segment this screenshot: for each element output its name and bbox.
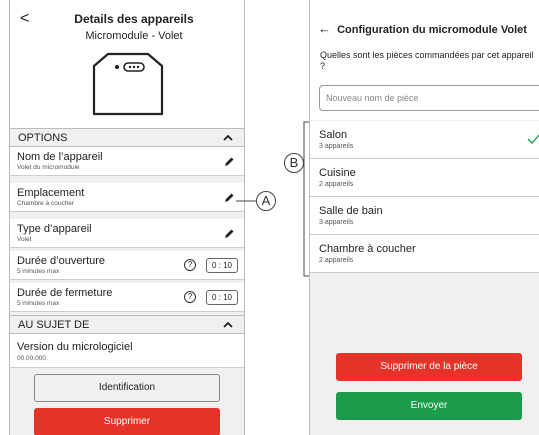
page-subtitle: Micromodule - Volet bbox=[85, 30, 183, 42]
back-arrow-icon[interactable]: ← bbox=[318, 21, 331, 36]
room-item-cuisine[interactable]: Cuisine 2 appareils bbox=[310, 159, 539, 197]
closing-duration-hint: 5 minutes max bbox=[17, 300, 60, 307]
room-name: Cuisine bbox=[319, 167, 356, 179]
location-label: Emplacement bbox=[17, 187, 85, 199]
device-name-value: Volet du micromodule bbox=[17, 164, 80, 171]
room-device-count: 3 appareils bbox=[319, 219, 354, 226]
pencil-icon[interactable] bbox=[224, 228, 235, 239]
callout-a-leader-line bbox=[236, 200, 256, 202]
checkmark-icon bbox=[527, 134, 539, 144]
location-row[interactable]: Emplacement Chambre à coucher bbox=[10, 183, 244, 212]
room-device-count: 2 appareils bbox=[319, 257, 354, 264]
micromodule-configuration-screen: ← Configuration du micromodule Volet Que… bbox=[309, 0, 539, 435]
micromodule-device-icon bbox=[92, 52, 164, 116]
remove-from-room-button[interactable]: Supprimer de la pièce bbox=[336, 353, 522, 381]
room-device-count: 3 appareils bbox=[319, 143, 354, 150]
room-item-salon[interactable]: Salon 3 appareils bbox=[310, 121, 539, 159]
opening-duration-field[interactable]: 0 : 10 bbox=[206, 258, 238, 273]
header: < Details des appareils Micromodule - Vo… bbox=[10, 0, 244, 128]
opening-duration-row: Durée d’ouverture 5 minutes max ? 0 : 10 bbox=[10, 251, 244, 280]
pencil-icon[interactable] bbox=[224, 192, 235, 203]
identification-button[interactable]: Identification bbox=[34, 374, 220, 402]
send-button[interactable]: Envoyer bbox=[336, 392, 522, 420]
device-type-label: Type d’appareil bbox=[17, 223, 92, 235]
options-section-header[interactable]: OPTIONS bbox=[10, 128, 244, 147]
closing-duration-field[interactable]: 0 : 10 bbox=[206, 290, 238, 305]
device-name-row[interactable]: Nom de l’appareil Volet du micromodule bbox=[10, 147, 244, 176]
header: ← Configuration du micromodule Volet Que… bbox=[310, 0, 539, 120]
new-room-name-input[interactable]: Nouveau nom de pièce bbox=[319, 85, 539, 111]
help-icon[interactable]: ? bbox=[184, 291, 196, 303]
firmware-label: Version du micrologiciel bbox=[17, 341, 133, 353]
room-name: Salon bbox=[319, 129, 348, 141]
about-section-header[interactable]: AU SUJET DE bbox=[10, 315, 244, 334]
device-name-label: Nom de l’appareil bbox=[17, 151, 103, 163]
page-title: Configuration du micromodule Volet bbox=[337, 24, 527, 36]
help-icon[interactable]: ? bbox=[184, 259, 196, 271]
page-title: Details des appareils bbox=[74, 12, 194, 26]
options-header-label: OPTIONS bbox=[18, 132, 68, 144]
firmware-version: 00.00.000 bbox=[17, 355, 46, 362]
room-item-salle-de-bain[interactable]: Salle de bain 3 appareils bbox=[310, 197, 539, 235]
room-name: Chambre à coucher bbox=[319, 243, 416, 255]
device-type-row[interactable]: Type d’appareil Volet bbox=[10, 219, 244, 248]
opening-duration-label: Durée d’ouverture bbox=[17, 255, 106, 267]
location-value: Chambre à coucher bbox=[17, 200, 75, 207]
firmware-row: Version du micrologiciel 00.00.000 bbox=[10, 334, 244, 368]
room-device-count: 2 appareils bbox=[319, 181, 354, 188]
about-header-label: AU SUJET DE bbox=[18, 319, 90, 331]
rooms-question: Quelles sont les pièces commandées par c… bbox=[320, 50, 534, 71]
chevron-up-icon[interactable] bbox=[222, 132, 234, 144]
delete-button[interactable]: Supprimer bbox=[34, 408, 220, 435]
device-details-screen: < Details des appareils Micromodule - Vo… bbox=[9, 0, 245, 435]
chevron-up-icon[interactable] bbox=[222, 319, 234, 331]
room-name: Salle de bain bbox=[319, 205, 383, 217]
opening-duration-hint: 5 minutes max bbox=[17, 268, 60, 275]
closing-duration-label: Durée de fermeture bbox=[17, 287, 113, 299]
callout-a: A bbox=[256, 191, 276, 211]
device-type-value: Volet bbox=[17, 236, 32, 243]
pencil-icon[interactable] bbox=[224, 156, 235, 167]
page-title-row: ← Configuration du micromodule Volet bbox=[318, 21, 527, 36]
closing-duration-row: Durée de fermeture 5 minutes max ? 0 : 1… bbox=[10, 283, 244, 312]
room-item-chambre[interactable]: Chambre à coucher 2 appareils bbox=[310, 235, 539, 273]
